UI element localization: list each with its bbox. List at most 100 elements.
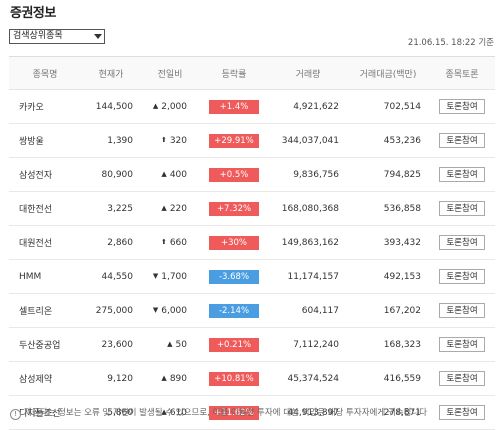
- rate-cell: +7.32%: [199, 191, 269, 226]
- trade-amount: 492,153: [347, 259, 429, 294]
- join-discussion-button[interactable]: 토론참여: [439, 201, 485, 216]
- change-value: 220: [169, 203, 187, 214]
- discussion-cell: 토론참여: [429, 327, 495, 362]
- join-discussion-button[interactable]: 토론참여: [439, 371, 485, 386]
- rate-cell: +1.4%: [199, 89, 269, 124]
- stock-name-link[interactable]: 셀트리온: [9, 293, 81, 328]
- up-arrow-icon: ▲: [167, 339, 173, 348]
- trade-amount: 416,559: [347, 361, 429, 396]
- volume: 45,374,524: [269, 361, 347, 396]
- join-discussion-button[interactable]: 토론참여: [439, 337, 485, 352]
- rate-badge: -2.14%: [209, 303, 259, 318]
- change-cell: ▲ 890: [141, 361, 199, 396]
- join-discussion-button[interactable]: 토론참여: [439, 99, 485, 114]
- column-header-rate: 등락률: [199, 56, 269, 90]
- change-cell: ⬆ 320: [141, 123, 199, 158]
- column-header-volume: 거래량: [269, 56, 347, 90]
- change-value: 400: [169, 169, 187, 180]
- stock-table: 종목명 현재가 전일비 등락률 거래량 거래대금(백만) 종목토론 카카오 14…: [9, 56, 495, 430]
- rate-cell: -2.14%: [199, 293, 269, 328]
- join-discussion-button[interactable]: 토론참여: [439, 269, 485, 284]
- current-price: 144,500: [81, 89, 141, 124]
- trade-amount: 168,323: [347, 327, 429, 362]
- table-row: 두산중공업 23,600 ▲ 50 +0.21% 7,112,240 168,32…: [9, 327, 495, 362]
- rate-cell: -3.68%: [199, 259, 269, 294]
- disclaimer: ! 제공되는 정보는 오류 및 지연이 발생될 수 있으므로, 이를 이용한 투자…: [10, 406, 427, 420]
- disclaimer-text: 제공되는 정보는 오류 및 지연이 발생될 수 있으므로, 이를 이용한 투자에…: [24, 408, 427, 418]
- change-cell: ▲ 50: [141, 327, 199, 362]
- stock-name-link[interactable]: 카카오: [9, 89, 81, 124]
- down-arrow-icon: ▼: [152, 271, 159, 280]
- volume: 11,174,157: [269, 259, 347, 294]
- ranking-type-select[interactable]: 검색상위종목: [9, 29, 105, 44]
- change-cell: ▲ 2,000: [141, 89, 199, 124]
- trade-amount: 393,432: [347, 225, 429, 260]
- current-price: 1,390: [81, 123, 141, 158]
- table-row: 삼성제약 9,120 ▲ 890 +10.81% 45,374,524 416,5…: [9, 361, 495, 396]
- change-value: 2,000: [161, 101, 187, 112]
- volume: 9,836,756: [269, 157, 347, 192]
- rate-cell: +0.5%: [199, 157, 269, 192]
- discussion-cell: 토론참여: [429, 395, 495, 430]
- current-price: 80,900: [81, 157, 141, 192]
- info-icon: !: [10, 409, 21, 420]
- join-discussion-button[interactable]: 토론참여: [439, 235, 485, 250]
- volume: 168,080,368: [269, 191, 347, 226]
- trade-amount: 794,825: [347, 157, 429, 192]
- stock-name-link[interactable]: 삼성제약: [9, 361, 81, 396]
- down-arrow-icon: ▼: [152, 305, 159, 314]
- stock-name-link[interactable]: HMM: [9, 259, 81, 294]
- join-discussion-button[interactable]: 토론참여: [439, 405, 485, 420]
- chevron-down-icon: [94, 34, 102, 39]
- table-row: 대한전선 3,225 ▲ 220 +7.32% 168,080,368 536,8…: [9, 191, 495, 226]
- volume: 344,037,041: [269, 123, 347, 158]
- rate-cell: +30%: [199, 225, 269, 260]
- rate-badge: +1.4%: [209, 99, 259, 114]
- volume: 7,112,240: [269, 327, 347, 362]
- trade-amount: 536,858: [347, 191, 429, 226]
- change-cell: ▲ 220: [141, 191, 199, 226]
- column-header-discussion: 종목토론: [429, 56, 495, 90]
- discussion-cell: 토론참여: [429, 225, 495, 260]
- discussion-cell: 토론참여: [429, 293, 495, 328]
- change-cell: ▼ 1,700: [141, 259, 199, 294]
- ranking-type-selected: 검색상위종목: [13, 31, 63, 41]
- column-header-price: 현재가: [81, 56, 141, 90]
- rate-badge: +29.91%: [209, 133, 259, 148]
- join-discussion-button[interactable]: 토론참여: [439, 303, 485, 318]
- stock-name-link[interactable]: 삼성전자: [9, 157, 81, 192]
- discussion-cell: 토론참여: [429, 157, 495, 192]
- column-header-amount: 거래대금(백만): [347, 56, 429, 90]
- table-row: 카카오 144,500 ▲ 2,000 +1.4% 4,921,622 702,5…: [9, 89, 495, 124]
- table-row: 셀트리온 275,000 ▼ 6,000 -2.14% 604,117 167,2…: [9, 293, 495, 328]
- stock-name-link[interactable]: 쌍방울: [9, 123, 81, 158]
- volume: 604,117: [269, 293, 347, 328]
- change-value: 1,700: [161, 271, 187, 282]
- trade-amount: 453,236: [347, 123, 429, 158]
- trade-amount: 167,202: [347, 293, 429, 328]
- join-discussion-button[interactable]: 토론참여: [439, 133, 485, 148]
- stock-name-link[interactable]: 두산중공업: [9, 327, 81, 362]
- rate-cell: +10.81%: [199, 361, 269, 396]
- up-arrow-icon: ▲: [161, 169, 167, 178]
- up-arrow-icon: ⬆: [160, 237, 167, 246]
- rate-badge: +10.81%: [209, 371, 259, 386]
- column-header-name: 종목명: [9, 56, 81, 90]
- rate-cell: +0.21%: [199, 327, 269, 362]
- rate-badge: +0.5%: [209, 167, 259, 182]
- page-title: 증권정보: [10, 6, 56, 21]
- rate-cell: +29.91%: [199, 123, 269, 158]
- stock-name-link[interactable]: 대한전선: [9, 191, 81, 226]
- volume: 4,921,622: [269, 89, 347, 124]
- timestamp: 21.06.15. 18:22 기준: [407, 38, 494, 48]
- discussion-cell: 토론참여: [429, 123, 495, 158]
- up-arrow-icon: ▲: [161, 373, 167, 382]
- change-value: 660: [169, 237, 187, 248]
- stock-info-panel: 증권정보 검색상위종목 21.06.15. 18:22 기준 종목명 현재가 전…: [0, 0, 500, 430]
- stock-name-link[interactable]: 대원전선: [9, 225, 81, 260]
- change-value: 320: [169, 135, 187, 146]
- discussion-cell: 토론참여: [429, 259, 495, 294]
- up-arrow-icon: ⬆: [160, 135, 167, 144]
- join-discussion-button[interactable]: 토론참여: [439, 167, 485, 182]
- current-price: 3,225: [81, 191, 141, 226]
